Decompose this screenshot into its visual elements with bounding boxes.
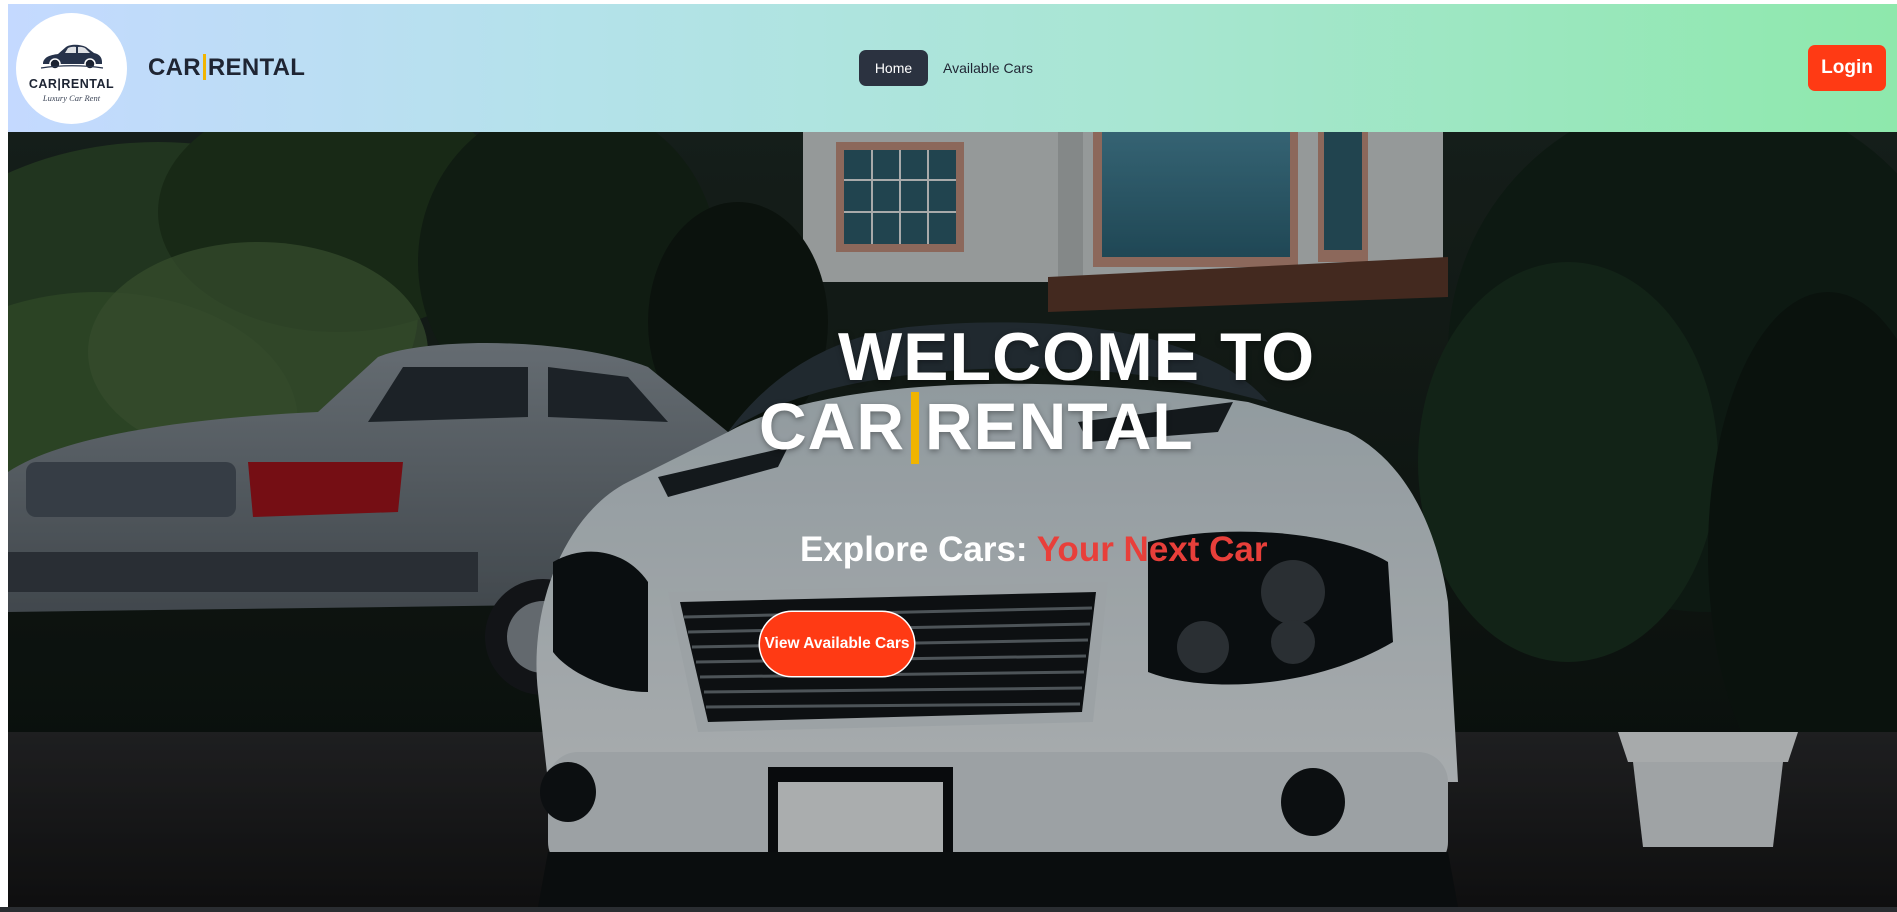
logo-text: CAR|RENTAL	[28, 77, 115, 91]
hero-title-line2: CAR RENTAL	[759, 388, 1194, 464]
login-button[interactable]: Login	[1808, 45, 1886, 91]
nav-link-home[interactable]: Home	[859, 50, 928, 86]
hero-title-right: RENTAL	[925, 389, 1194, 463]
hero-subtitle-lead: Explore Cars:	[800, 530, 1028, 569]
brand-right: RENTAL	[207, 54, 306, 81]
nav-link-available-cars[interactable]: Available Cars	[943, 50, 1033, 86]
car-logo-icon	[40, 44, 104, 70]
navbar: CAR|RENTAL Luxury Car Rent CAR RENTAL Hom…	[8, 4, 1897, 132]
hero-title-divider	[911, 391, 919, 464]
brand-divider	[202, 53, 206, 80]
page: CAR|RENTAL Luxury Car Rent CAR RENTAL Hom…	[8, 4, 1897, 907]
bottom-edge	[0, 907, 1897, 912]
hero-background-image	[8, 132, 1897, 907]
brand-name[interactable]: CAR RENTAL	[148, 53, 306, 82]
hero-title-left: CAR	[759, 389, 905, 463]
hero-subtitle-accent: Your Next Car	[1036, 530, 1268, 569]
brand-left: CAR	[148, 54, 201, 81]
hero-section: WELCOME TO CAR RENTAL Explore Cars: Your …	[8, 132, 1897, 907]
view-available-cars-button[interactable]: View Available Cars	[760, 612, 914, 676]
logo[interactable]: CAR|RENTAL Luxury Car Rent	[16, 13, 127, 124]
hero-subtitle: Explore Cars: Your Next Car	[800, 530, 1268, 570]
hero-title-line1: WELCOME TO	[838, 319, 1316, 395]
logo-tagline: Luxury Car Rent	[42, 93, 101, 103]
